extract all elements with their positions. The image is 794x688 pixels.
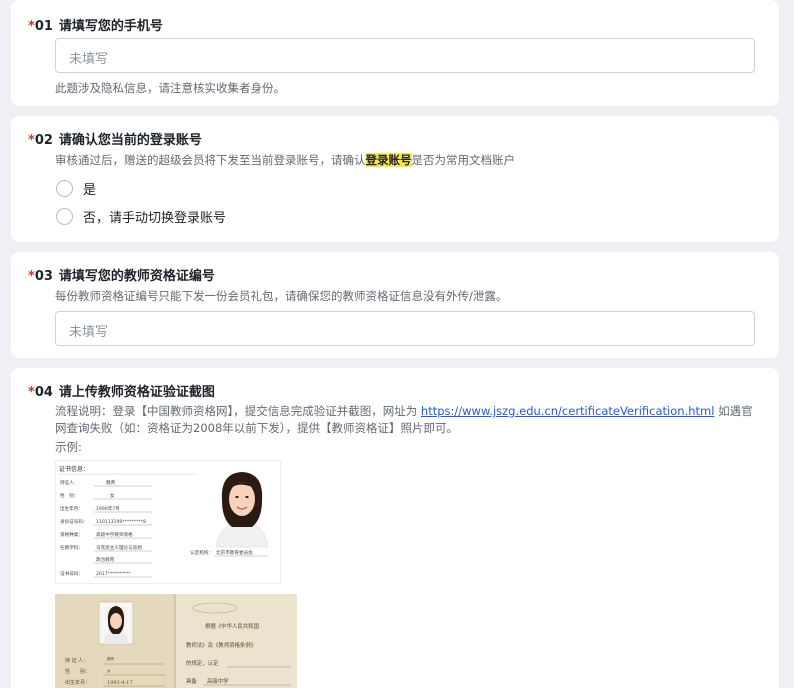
hint-highlight: 登录账号 xyxy=(365,153,412,167)
cert-row-value: 高级中学教师资格 xyxy=(96,531,133,538)
cert-authority-label: 认定机构： xyxy=(190,549,213,556)
question-card-2: *02 请确认您当前的登录账号 审核通过后，赠送的超级会员将下发至当前登录账号，请… xyxy=(11,116,779,242)
question-number: 04 xyxy=(34,385,53,400)
option-label: 是 xyxy=(83,182,97,198)
desc-text-pre: 流程说明：登录【中国教师资格网】，提交信息完成验证并截图，网址为 xyxy=(55,404,421,418)
required-mark: * xyxy=(28,385,35,400)
option-label: 否，请手动切换登录账号 xyxy=(83,210,227,226)
question-hint: 每份教师资格证编号只能下发一份会员礼包，请确保您的教师资格证信息没有外传/泄露。 xyxy=(55,289,508,303)
certificate-booklet-illustration: 根据《中华人民共和国 教师法》及《教师资格条例》 的规定，认定 具备 高级中学 … xyxy=(55,594,297,688)
phone-input-placeholder: 未填写 xyxy=(69,52,109,67)
radio-button[interactable] xyxy=(56,179,73,197)
example-certificate-photo: 根据《中华人民共和国 教师法》及《教师资格条例》 的规定，认定 具备 高级中学 … xyxy=(55,594,297,688)
verification-link[interactable]: https://www.jszg.edu.cn/certificateVerif… xyxy=(421,404,715,418)
example-label: 示例: xyxy=(55,440,82,454)
certificate-number-input[interactable]: 未填写 xyxy=(55,311,755,346)
cert-authority-value: 北京市教育委员会 xyxy=(216,549,253,556)
radio-button[interactable] xyxy=(56,207,73,225)
booklet-left-value: 魏青 xyxy=(107,656,115,661)
cert-row-value: 马克思主义理论与思想 xyxy=(96,544,142,551)
booklet-text-line1: 根据《中华人民共和国 xyxy=(205,622,259,630)
example-verification-screenshot: 证书信息： 持证人： 魏青 性 别： 女 出生年月： 1990年7月 身份证号码… xyxy=(55,460,281,584)
cert-row-label: 出生年月： xyxy=(60,505,83,512)
booklet-left-label: 持 证 人： xyxy=(65,657,88,664)
question-title: *04 请上传教师资格证验证截图 xyxy=(28,381,215,400)
question-text: 请填写您的教师资格证编号 xyxy=(58,269,215,284)
cert-row-value: 政治教育 xyxy=(96,556,115,563)
question-card-4: *04 请上传教师资格证验证截图 流程说明：登录【中国教师资格网】，提交信息完成验… xyxy=(11,368,779,688)
question-title: *02 请确认您当前的登录账号 xyxy=(28,129,202,148)
booklet-left-label: 性 别： xyxy=(65,668,90,675)
required-mark: * xyxy=(28,19,35,34)
certificate-input-placeholder: 未填写 xyxy=(69,325,109,340)
cert-row-label: 证书号码： xyxy=(60,570,83,577)
booklet-fill-value: 高级中学 xyxy=(207,677,229,685)
question-number: 02 xyxy=(34,133,53,148)
option-yes[interactable]: 是 xyxy=(56,178,96,198)
cert-row-label: 任教学科： xyxy=(60,544,83,551)
hint-text-pre: 审核通过后，赠送的超级会员将下发至当前登录账号，请确认 xyxy=(55,153,366,167)
required-mark: * xyxy=(28,269,35,284)
question-number: 03 xyxy=(34,269,53,284)
cert-row-value: 110113199*********8 xyxy=(96,519,146,525)
question-card-3: *03 请填写您的教师资格证编号 每份教师资格证编号只能下发一份会员礼包，请确保您… xyxy=(11,252,779,358)
booklet-left-label: 出生年月： xyxy=(65,679,90,686)
cert-row-label: 资格种类： xyxy=(60,531,83,538)
verification-screenshot-illustration: 证书信息： 持证人： 魏青 性 别： 女 出生年月： 1990年7月 身份证号码… xyxy=(58,465,278,578)
booklet-text-line3: 的规定，认定 xyxy=(186,659,219,667)
cert-row-value: 魏青 xyxy=(106,479,116,486)
booklet-left-value: 1993-4-17 xyxy=(107,680,133,686)
booklet-text-line4: 具备 xyxy=(186,677,197,685)
process-description: 流程说明：登录【中国教师资格网】，提交信息完成验证并截图，网址为 https:/… xyxy=(55,403,761,437)
portrait-photo xyxy=(206,469,278,548)
question-number: 01 xyxy=(34,19,53,34)
question-card-1: *01 请填写您的手机号 未填写 此题涉及隐私信息，请注意核实收集者身份。 xyxy=(11,0,779,106)
booklet-left-value: 女 xyxy=(107,668,111,673)
booklet-text-line2: 教师法》及《教师资格条例》 xyxy=(186,641,256,649)
cert-row-value: 2017********** xyxy=(96,571,131,577)
cert-row-label: 性 别： xyxy=(60,492,78,499)
cert-row-label: 身份证号码： xyxy=(60,518,88,525)
question-text: 请上传教师资格证验证截图 xyxy=(58,385,215,400)
question-text: 请确认您当前的登录账号 xyxy=(58,133,202,148)
phone-input[interactable]: 未填写 xyxy=(55,38,755,73)
cert-row-value: 女 xyxy=(110,492,115,499)
hint-text-post: 是否为常用文档账户 xyxy=(411,153,516,167)
option-switch-account[interactable]: 否，请手动切换登录账号 xyxy=(56,206,226,226)
question-hint: 审核通过后，赠送的超级会员将下发至当前登录账号，请确认登录账号是否为常用文档账户 xyxy=(55,152,515,168)
question-title: *03 请填写您的教师资格证编号 xyxy=(28,265,215,284)
cert-row-value: 1990年7月 xyxy=(96,505,120,512)
cert-header: 证书信息： xyxy=(59,465,89,473)
privacy-hint: 此题涉及隐私信息，请注意核实收集者身份。 xyxy=(55,81,285,95)
required-mark: * xyxy=(28,133,35,148)
cert-row-label: 持证人： xyxy=(60,479,78,486)
question-title: *01 请填写您的手机号 xyxy=(28,15,163,34)
question-text: 请填写您的手机号 xyxy=(58,19,163,34)
